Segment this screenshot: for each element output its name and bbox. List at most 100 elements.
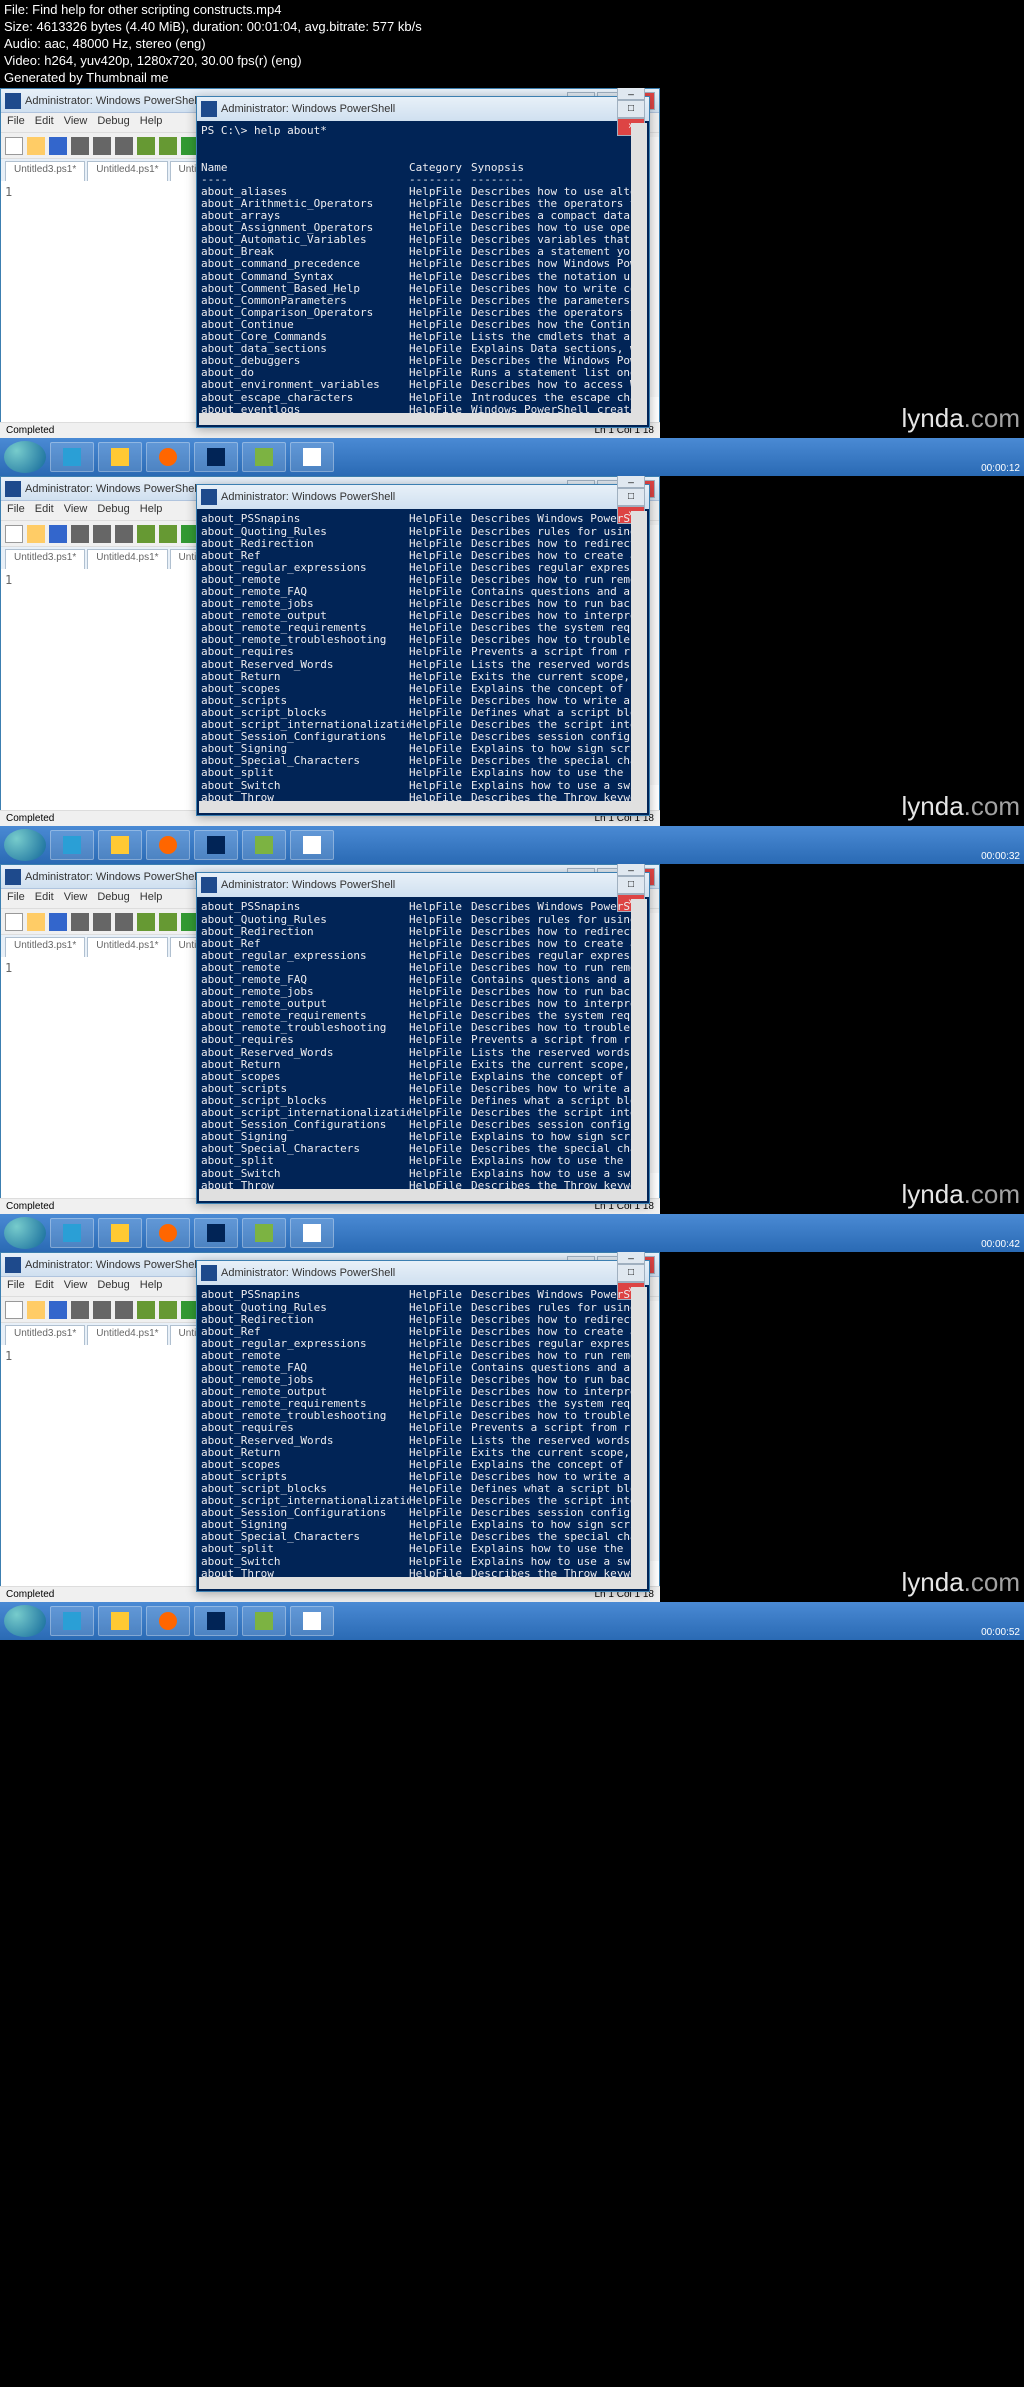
undo-icon[interactable] <box>137 913 155 931</box>
task-media[interactable] <box>146 1606 190 1636</box>
task-powershell[interactable] <box>194 442 238 472</box>
horizontal-scrollbar[interactable] <box>199 1577 647 1589</box>
open-file-icon[interactable] <box>27 525 45 543</box>
menu-item-debug[interactable]: Debug <box>97 115 129 130</box>
menu-item-edit[interactable]: Edit <box>35 115 54 130</box>
minimize-button[interactable]: _ <box>617 1252 645 1264</box>
task-powershell[interactable] <box>194 830 238 860</box>
new-file-icon[interactable] <box>5 1301 23 1319</box>
start-button[interactable] <box>4 441 46 473</box>
menu-item-debug[interactable]: Debug <box>97 891 129 906</box>
task-powershell[interactable] <box>194 1218 238 1248</box>
new-file-icon[interactable] <box>5 525 23 543</box>
start-button[interactable] <box>4 1217 46 1249</box>
ps-console[interactable]: about_PSSnapinsHelpFileDescribes Windows… <box>197 509 649 803</box>
ps-console[interactable]: about_PSSnapinsHelpFileDescribes Windows… <box>197 897 649 1191</box>
script-tab[interactable]: Untitled3.ps1* <box>5 937 85 957</box>
new-file-icon[interactable] <box>5 913 23 931</box>
save-icon[interactable] <box>49 525 67 543</box>
copy-icon[interactable] <box>93 1301 111 1319</box>
vertical-scrollbar[interactable] <box>631 1287 647 1577</box>
task-explorer[interactable] <box>98 442 142 472</box>
vertical-scrollbar[interactable] <box>631 511 647 801</box>
open-file-icon[interactable] <box>27 1301 45 1319</box>
script-tab[interactable]: Untitled4.ps1* <box>87 937 167 957</box>
ps-titlebar[interactable]: Administrator: Windows PowerShell _ □ × <box>197 1261 649 1285</box>
menu-item-help[interactable]: Help <box>140 1279 163 1294</box>
paste-icon[interactable] <box>115 525 133 543</box>
horizontal-scrollbar[interactable] <box>199 1189 647 1201</box>
menu-item-file[interactable]: File <box>7 115 25 130</box>
cut-icon[interactable] <box>71 913 89 931</box>
cut-icon[interactable] <box>71 137 89 155</box>
save-icon[interactable] <box>49 1301 67 1319</box>
open-file-icon[interactable] <box>27 137 45 155</box>
task-notepad[interactable] <box>242 1218 286 1248</box>
ps-console[interactable]: PS C:\> help about* NameCategorySynopsis… <box>197 121 649 415</box>
maximize-button[interactable]: □ <box>617 876 645 894</box>
menu-item-view[interactable]: View <box>64 891 88 906</box>
script-tab[interactable]: Untitled3.ps1* <box>5 161 85 181</box>
script-tab[interactable]: Untitled3.ps1* <box>5 549 85 569</box>
menu-item-debug[interactable]: Debug <box>97 1279 129 1294</box>
horizontal-scrollbar[interactable] <box>199 413 647 425</box>
menu-item-edit[interactable]: Edit <box>35 503 54 518</box>
task-other[interactable] <box>290 830 334 860</box>
vertical-scrollbar[interactable] <box>631 899 647 1189</box>
menu-item-file[interactable]: File <box>7 503 25 518</box>
ps-titlebar[interactable]: Administrator: Windows PowerShell _ □ × <box>197 873 649 897</box>
minimize-button[interactable]: _ <box>617 864 645 876</box>
task-media[interactable] <box>146 830 190 860</box>
task-explorer[interactable] <box>98 830 142 860</box>
task-other[interactable] <box>290 1218 334 1248</box>
menu-item-view[interactable]: View <box>64 1279 88 1294</box>
task-ie[interactable] <box>50 830 94 860</box>
menu-item-help[interactable]: Help <box>140 115 163 130</box>
paste-icon[interactable] <box>115 913 133 931</box>
task-other[interactable] <box>290 442 334 472</box>
maximize-button[interactable]: □ <box>617 100 645 118</box>
maximize-button[interactable]: □ <box>617 488 645 506</box>
menu-item-help[interactable]: Help <box>140 503 163 518</box>
task-notepad[interactable] <box>242 1606 286 1636</box>
menu-item-edit[interactable]: Edit <box>35 1279 54 1294</box>
undo-icon[interactable] <box>137 525 155 543</box>
paste-icon[interactable] <box>115 137 133 155</box>
menu-item-view[interactable]: View <box>64 115 88 130</box>
vertical-scrollbar[interactable] <box>631 123 647 413</box>
minimize-button[interactable]: _ <box>617 476 645 488</box>
ps-console[interactable]: about_PSSnapinsHelpFileDescribes Windows… <box>197 1285 649 1579</box>
minimize-button[interactable]: _ <box>617 88 645 100</box>
cut-icon[interactable] <box>71 525 89 543</box>
new-file-icon[interactable] <box>5 137 23 155</box>
save-icon[interactable] <box>49 137 67 155</box>
copy-icon[interactable] <box>93 137 111 155</box>
script-tab[interactable]: Untitled4.ps1* <box>87 1325 167 1345</box>
horizontal-scrollbar[interactable] <box>199 801 647 813</box>
redo-icon[interactable] <box>159 1301 177 1319</box>
save-icon[interactable] <box>49 913 67 931</box>
cut-icon[interactable] <box>71 1301 89 1319</box>
task-media[interactable] <box>146 442 190 472</box>
task-notepad[interactable] <box>242 442 286 472</box>
redo-icon[interactable] <box>159 525 177 543</box>
menu-item-view[interactable]: View <box>64 503 88 518</box>
task-other[interactable] <box>290 1606 334 1636</box>
menu-item-edit[interactable]: Edit <box>35 891 54 906</box>
ps-titlebar[interactable]: Administrator: Windows PowerShell _ □ × <box>197 485 649 509</box>
copy-icon[interactable] <box>93 913 111 931</box>
task-ie[interactable] <box>50 1606 94 1636</box>
task-powershell[interactable] <box>194 1606 238 1636</box>
maximize-button[interactable]: □ <box>617 1264 645 1282</box>
script-tab[interactable]: Untitled4.ps1* <box>87 161 167 181</box>
menu-item-file[interactable]: File <box>7 891 25 906</box>
script-tab[interactable]: Untitled3.ps1* <box>5 1325 85 1345</box>
paste-icon[interactable] <box>115 1301 133 1319</box>
task-notepad[interactable] <box>242 830 286 860</box>
start-button[interactable] <box>4 829 46 861</box>
start-button[interactable] <box>4 1605 46 1637</box>
copy-icon[interactable] <box>93 525 111 543</box>
task-explorer[interactable] <box>98 1606 142 1636</box>
ps-titlebar[interactable]: Administrator: Windows PowerShell _ □ × <box>197 97 649 121</box>
script-tab[interactable]: Untitled4.ps1* <box>87 549 167 569</box>
